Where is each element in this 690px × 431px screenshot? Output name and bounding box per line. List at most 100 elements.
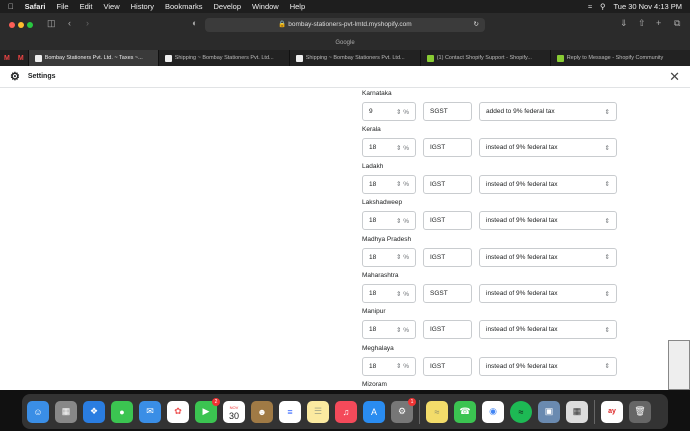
privacy-shield-icon[interactable]: ◐: [192, 18, 197, 28]
stepper-icon[interactable]: ⇕: [396, 218, 401, 225]
menu-view[interactable]: View: [104, 2, 120, 11]
trash-icon[interactable]: 🗑: [629, 400, 651, 423]
menu-edit[interactable]: Edit: [80, 2, 93, 11]
launchpad-icon[interactable]: ▦: [55, 400, 77, 423]
stepper-icon[interactable]: ⇕: [396, 291, 401, 298]
calendar-icon[interactable]: NOV 30: [223, 400, 245, 423]
select-chevron-icon: ⇕: [604, 326, 610, 334]
whatsapp-icon[interactable]: ☎: [454, 400, 476, 423]
region-name: Ladakh: [362, 162, 384, 170]
chrome-icon[interactable]: ◉: [482, 400, 504, 423]
close-window-button[interactable]: [9, 22, 15, 28]
wifi-icon[interactable]: ≈: [588, 2, 592, 11]
reminders-icon[interactable]: ≡: [279, 400, 301, 423]
stepper-icon[interactable]: ⇕: [396, 363, 401, 370]
tab-shipping-1[interactable]: Shipping ~ Bombay Stationers Pvt. Ltd...: [157, 50, 289, 66]
tax-name-input[interactable]: IGST: [423, 247, 472, 267]
new-tab-icon[interactable]: +: [656, 18, 661, 28]
tax-rate-input[interactable]: 18 ⇕ %: [362, 356, 416, 376]
finder-icon[interactable]: ☺: [27, 400, 49, 423]
tax-name-input[interactable]: SGST: [423, 102, 472, 121]
stepper-icon[interactable]: ⇕: [396, 327, 401, 334]
address-bar[interactable]: 🔒 bombay-stationers-pvt-lmtd.myshopify.c…: [205, 18, 485, 32]
minimize-window-button[interactable]: [18, 22, 24, 28]
tax-name-input[interactable]: IGST: [423, 320, 472, 340]
tax-rate-input[interactable]: 9 ⇕ %: [362, 102, 416, 121]
menu-develop[interactable]: Develop: [214, 2, 242, 11]
close-icon[interactable]: ✕: [669, 69, 680, 85]
forward-icon[interactable]: ›: [86, 18, 89, 28]
download-icon[interactable]: ⇓: [620, 18, 628, 29]
tax-name-value: IGST: [430, 253, 446, 261]
tab-shipping-2[interactable]: Shipping ~ Bombay Stationers Pvt. Ltd...: [288, 50, 420, 66]
tax-name-input[interactable]: IGST: [423, 174, 472, 194]
system-preferences-icon[interactable]: ⚙ 1: [391, 397, 416, 423]
spotify-icon[interactable]: ≈: [510, 400, 532, 423]
apple-icon[interactable]: : [8, 2, 14, 11]
tax-rate-input[interactable]: 18 ⇕ %: [362, 247, 416, 267]
screenshot-thumbnail[interactable]: [668, 340, 690, 390]
gmail-pinned-tab[interactable]: M: [14, 50, 28, 66]
tax-name-value: IGST: [430, 362, 446, 370]
tax-rate-input[interactable]: 18 ⇕ %: [362, 174, 416, 194]
tab-taxes[interactable]: Bombay Stationers Pvt. Ltd. ~ Taxes ~...: [27, 50, 158, 66]
back-icon[interactable]: ‹: [68, 18, 71, 28]
tax-region-row: Kerala 18 ⇕ % IGST instead of 9% federal …: [362, 126, 618, 158]
music-icon[interactable]: ♫: [335, 400, 357, 423]
tax-mode-select[interactable]: instead of 9% federal tax ⇕: [479, 356, 617, 376]
preview-icon[interactable]: ▣: [538, 400, 560, 423]
facetime-icon[interactable]: ▶ 2: [195, 397, 220, 423]
calculator-icon[interactable]: ▦: [566, 400, 588, 423]
reload-icon[interactable]: ↻: [474, 18, 479, 32]
clock[interactable]: Tue 30 Nov 4:13 PM: [613, 2, 682, 11]
stepper-icon[interactable]: ⇕: [396, 109, 401, 116]
app-store-icon[interactable]: A: [363, 400, 385, 423]
mail-icon[interactable]: ✉: [139, 400, 161, 423]
tax-rate-input[interactable]: 18 ⇕ %: [362, 138, 416, 158]
search-icon[interactable]: ⚲: [600, 2, 606, 11]
tax-mode-select[interactable]: instead of 9% federal tax ⇕: [479, 284, 617, 303]
favicon-icon: [295, 54, 303, 62]
document-thumbnail-icon[interactable]: ay: [601, 400, 623, 423]
menu-history[interactable]: History: [131, 2, 154, 11]
tax-mode-select[interactable]: instead of 9% federal tax ⇕: [479, 211, 617, 231]
messages-icon[interactable]: ●: [111, 400, 133, 423]
photos-icon[interactable]: ✿: [167, 400, 189, 423]
tax-name-input[interactable]: IGST: [423, 138, 472, 158]
contacts-icon[interactable]: ☻: [251, 400, 273, 423]
stepper-icon[interactable]: ⇕: [396, 254, 401, 261]
tax-name-input[interactable]: IGST: [423, 356, 472, 376]
tax-mode-select[interactable]: added to 9% federal tax ⇕: [479, 102, 617, 121]
tax-mode-select[interactable]: instead of 9% federal tax ⇕: [479, 320, 617, 340]
select-chevron-icon: ⇕: [604, 108, 610, 116]
tax-rate-input[interactable]: 18 ⇕ %: [362, 320, 416, 340]
browser-toolbar: ◫ ‹ › ◐ 🔒 bombay-stationers-pvt-lmtd.mys…: [0, 13, 690, 37]
notes-icon[interactable]: ☰: [307, 400, 329, 423]
stickies-icon[interactable]: ≈: [426, 400, 448, 423]
tab-reply-message[interactable]: Reply to Message - Shopify Community: [549, 50, 680, 66]
favorite-google[interactable]: Google: [335, 40, 354, 46]
tax-name-input[interactable]: SGST: [423, 284, 472, 303]
tax-rate-input[interactable]: 18 ⇕ %: [362, 211, 416, 231]
share-icon[interactable]: ⇧: [638, 18, 646, 29]
tax-rate-input[interactable]: 18 ⇕ %: [362, 284, 416, 303]
tax-name-input[interactable]: IGST: [423, 211, 472, 231]
menu-app-name[interactable]: Safari: [25, 2, 46, 11]
stepper-icon[interactable]: ⇕: [396, 181, 401, 188]
tab-label: (1) Contact Shopify Support - Shopify...: [436, 55, 532, 61]
tax-mode-select[interactable]: instead of 9% federal tax ⇕: [479, 138, 617, 158]
menu-bookmarks[interactable]: Bookmarks: [165, 2, 203, 11]
url-text: bombay-stationers-pvt-lmtd.myshopify.com: [288, 21, 412, 28]
gmail-pinned-tab[interactable]: M: [0, 50, 14, 66]
stepper-icon[interactable]: ⇕: [396, 145, 401, 152]
tax-mode-select[interactable]: instead of 9% federal tax ⇕: [479, 247, 617, 267]
menu-help[interactable]: Help: [290, 2, 305, 11]
safari-icon[interactable]: ❖: [83, 400, 105, 423]
menu-window[interactable]: Window: [252, 2, 279, 11]
tab-overview-icon[interactable]: ⧉: [674, 18, 680, 29]
tab-contact-support[interactable]: (1) Contact Shopify Support - Shopify...: [419, 50, 550, 66]
zoom-window-button[interactable]: [27, 22, 33, 28]
tax-mode-select[interactable]: instead of 9% federal tax ⇕: [479, 174, 617, 194]
menu-file[interactable]: File: [56, 2, 68, 11]
sidebar-icon[interactable]: ◫: [47, 18, 56, 29]
